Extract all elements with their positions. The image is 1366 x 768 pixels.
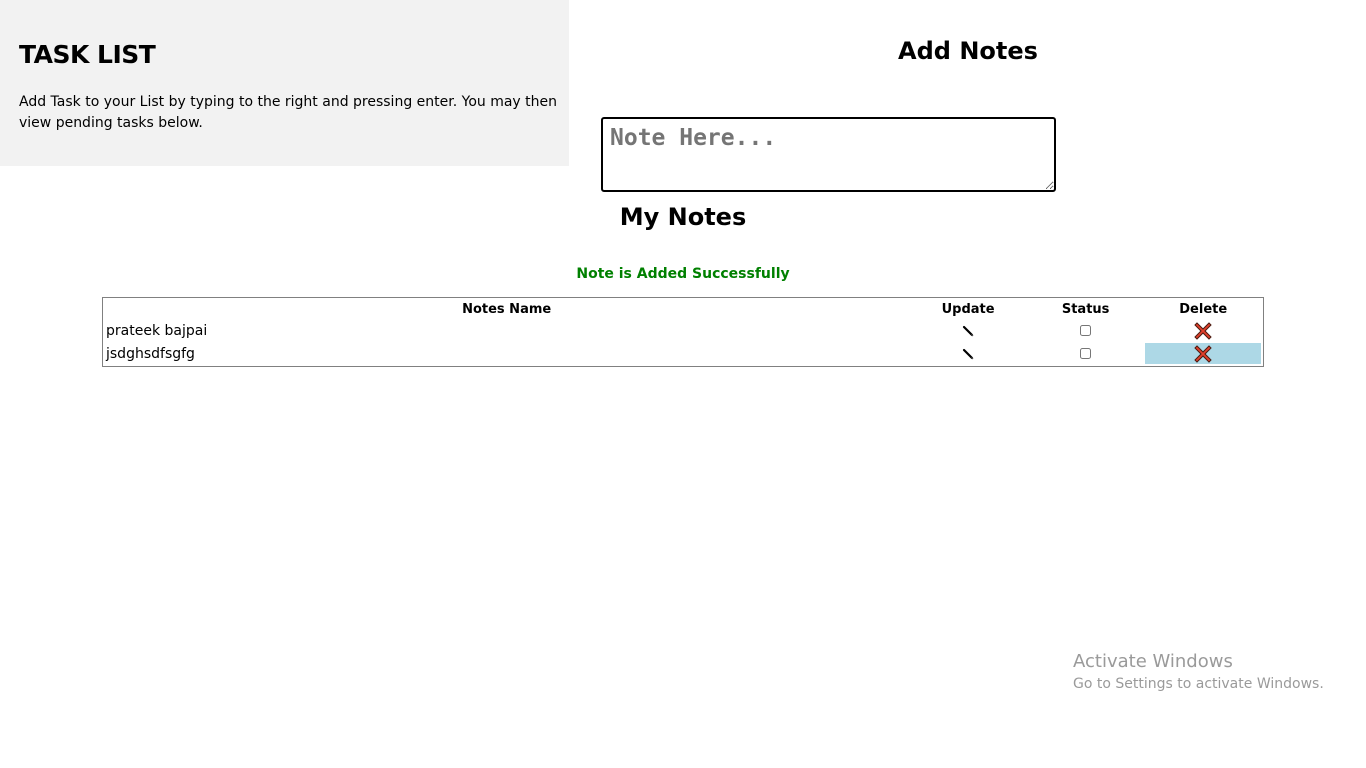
page: TASK LIST Add Task to your List by typin… (0, 0, 1366, 768)
delete-x-icon[interactable] (1194, 321, 1212, 340)
update-cell (910, 320, 1026, 341)
status-cell (1028, 320, 1144, 341)
delete-cell (1145, 343, 1261, 364)
note-name-cell: prateek bajpai (106, 322, 208, 339)
activation-watermark: Activate Windows Go to Settings to activ… (1073, 650, 1324, 694)
my-notes-title: My Notes (619, 203, 747, 231)
note-input[interactable] (601, 117, 1056, 192)
update-cell (910, 343, 1026, 364)
delete-cell (1145, 320, 1261, 341)
column-header-delete: Delete (1179, 301, 1228, 317)
delete-x-icon[interactable] (1194, 344, 1212, 363)
column-header-update: Update (941, 301, 995, 317)
info-description: Add Task to your List by typing to the r… (19, 94, 558, 131)
info-panel: TASK LIST Add Task to your List by typin… (0, 0, 569, 166)
notes-table: Notes Name Update Status Delete prateek … (102, 297, 1264, 367)
status-checkbox[interactable] (1080, 348, 1092, 359)
status-message: Note is Added Successfully (576, 266, 790, 282)
info-title: TASK LIST (19, 40, 156, 69)
add-notes-title: Add Notes (898, 37, 1038, 65)
watermark-subtitle: Go to Settings to activate Windows. (1073, 676, 1324, 692)
table-row: prateek bajpai (105, 320, 1261, 341)
column-header-status: Status (1061, 301, 1110, 317)
pencil-icon[interactable] (962, 348, 974, 360)
watermark-title: Activate Windows (1073, 651, 1233, 672)
note-name-cell: jsdghsdfsgfg (106, 345, 195, 362)
table-row: jsdghsdfsgfg (105, 343, 1261, 364)
status-checkbox[interactable] (1080, 325, 1092, 336)
status-cell (1028, 343, 1144, 364)
pencil-icon[interactable] (962, 325, 974, 337)
table-header-row: Notes Name Update Status Delete (105, 300, 1261, 318)
column-header-name: Notes Name (462, 301, 552, 317)
